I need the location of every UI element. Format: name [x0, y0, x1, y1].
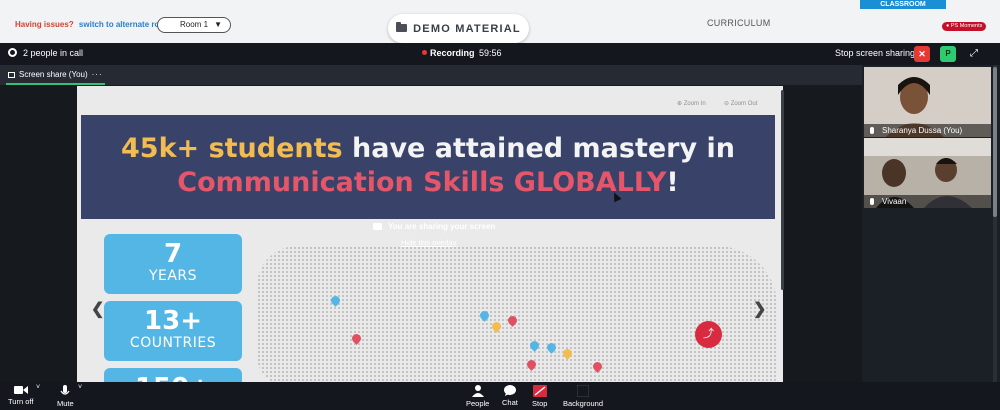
recording-dot-icon [422, 50, 427, 55]
hide-overlay-link[interactable]: Hide this overlay [401, 238, 456, 247]
previous-arrow-icon[interactable]: ❮ [91, 299, 104, 319]
participant-name-bar: Sharanya Dussa (You) [864, 124, 991, 137]
share-button[interactable]: ⤴ [695, 321, 722, 348]
background-label: Background [563, 399, 604, 408]
curriculum-link[interactable]: CURRICULUM [707, 18, 771, 28]
stop-share-icon [532, 385, 547, 397]
decorative-arc [300, 0, 360, 30]
classroom-badge: CLASSROOM [860, 0, 946, 9]
demo-material-button[interactable]: DEMO MATERIAL [388, 14, 529, 43]
background-button[interactable]: Background [563, 385, 603, 408]
share-tab-bar: Screen share (You) ··· [0, 65, 862, 85]
gear-icon[interactable] [8, 48, 17, 57]
stop-sharing-button[interactable]: ✕ [914, 46, 930, 62]
sharing-message: You are sharing your screen [373, 222, 495, 231]
participant-tile-self[interactable]: Sharanya Dussa (You) [864, 67, 991, 137]
screen-share-icon [373, 223, 382, 230]
issues-notice: Having issues? switch to alternate room [15, 20, 171, 29]
more-options-icon[interactable]: ··· [92, 70, 103, 79]
ps-moments-label: PS Moments [950, 23, 983, 29]
chat-button[interactable]: Chat [502, 385, 518, 407]
mic-icon [870, 127, 874, 134]
fullscreen-icon[interactable]: ⤢ [967, 47, 981, 61]
shared-screen-content: ⊕ Zoom In ⊖ Zoom Out 45k+ students have … [77, 86, 783, 382]
camera-toggle-label: Turn off [8, 397, 34, 406]
stop-sharing-control[interactable]: Stop [532, 385, 547, 408]
room-select[interactable]: Room 1 ▼ [157, 17, 231, 33]
screen-share-stage: ⊕ Zoom In ⊖ Zoom Out 45k+ students have … [0, 85, 862, 382]
people-in-call: 2 people in call [8, 48, 83, 58]
chat-icon [503, 385, 516, 396]
sharing-overlay [77, 86, 783, 382]
participants-scrollbar[interactable] [993, 65, 997, 382]
mute-button[interactable]: Mute [57, 385, 74, 408]
issues-text: Having issues? [15, 20, 74, 29]
participant-name: Sharanya Dussa (You) [882, 126, 963, 135]
mic-icon [870, 198, 874, 205]
camera-options-chevron-icon[interactable]: ˅ [36, 384, 40, 391]
camera-icon [13, 386, 28, 394]
tab-screen-share[interactable]: Screen share (You) ··· [6, 65, 105, 85]
app-header: Having issues? switch to alternate room … [0, 0, 1000, 43]
people-button[interactable]: People [466, 385, 489, 408]
mute-label: Mute [57, 399, 74, 408]
call-toolbar: 2 people in call Recording 59:56 Stop sc… [0, 43, 1000, 65]
mic-options-chevron-icon[interactable]: ˅ [78, 384, 82, 391]
chat-label: Chat [502, 398, 518, 407]
room-select-value: Room 1 [180, 20, 209, 29]
recording-timer: 59:56 [479, 48, 502, 58]
stop-sharing-label: Stop screen sharing [835, 48, 916, 58]
participant-name-bar: Vivaan [864, 195, 991, 208]
stop-label: Stop [532, 399, 548, 408]
caret-down-icon: ▼ [214, 20, 222, 29]
background-icon [577, 385, 590, 397]
participant-name: Vivaan [882, 197, 907, 206]
people-label: People [466, 399, 490, 408]
monitor-icon [8, 72, 15, 78]
participant-p-button[interactable]: P [940, 46, 956, 62]
participants-panel: Sharanya Dussa (You) Vivaan [862, 65, 1000, 382]
people-count: 2 people in call [23, 48, 84, 58]
folder-icon [396, 22, 408, 32]
microphone-icon [60, 385, 70, 395]
participant-tile-vivaan[interactable]: Vivaan [864, 138, 991, 208]
camera-toggle-button[interactable]: Turn off [8, 385, 33, 406]
recording-label: Recording [430, 48, 475, 58]
recording-status: Recording 59:56 [422, 48, 502, 58]
scrollbar-thumb[interactable] [993, 67, 997, 217]
sharing-message-text: You are sharing your screen [388, 222, 496, 231]
people-icon [471, 385, 484, 397]
content-scrollbar[interactable] [781, 90, 784, 290]
next-arrow-icon[interactable]: ❯ [753, 299, 766, 319]
meeting-controls: Turn off ˅ Mute ˅ People Chat Stop Backg… [0, 382, 1000, 410]
ps-moments-button[interactable]: ● PS Moments [942, 22, 987, 31]
tab-screen-share-label: Screen share (You) [19, 70, 88, 79]
demo-material-label: DEMO MATERIAL [413, 23, 521, 35]
